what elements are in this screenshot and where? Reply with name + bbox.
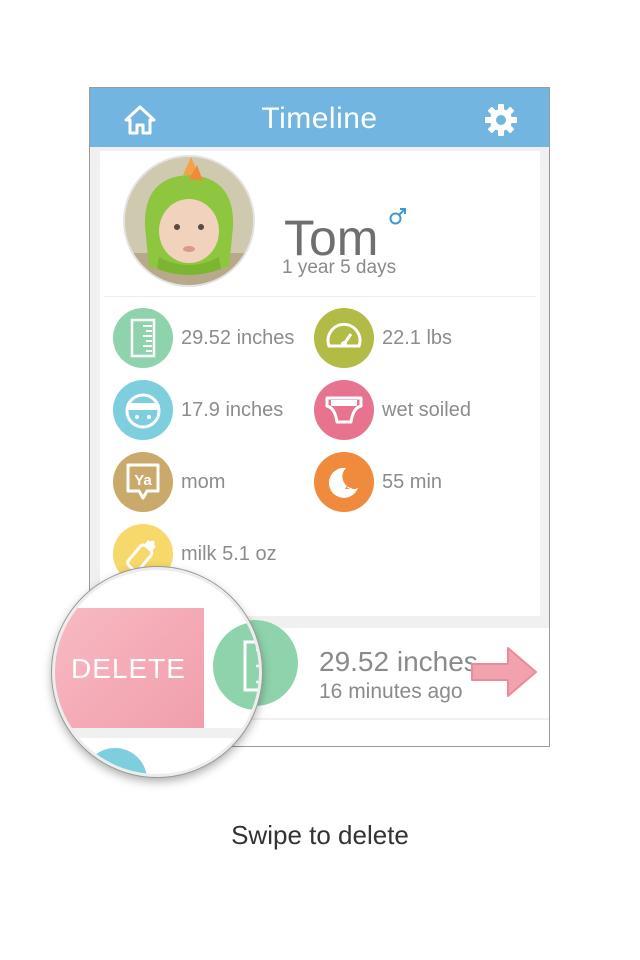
- svg-text:Ya: Ya: [134, 472, 152, 489]
- diaper-icon: [314, 380, 374, 440]
- profile-age: 1 year 5 days: [282, 257, 397, 278]
- head-measure-icon: [113, 380, 173, 440]
- stat-value: 17.9 inches: [181, 398, 284, 421]
- ruler-icon: [113, 308, 173, 368]
- male-icon: [389, 208, 406, 225]
- stat-head[interactable]: 17.9 inches: [113, 380, 283, 440]
- stat-weight[interactable]: 22.1 lbs: [314, 308, 452, 368]
- magnifier-lens: DELETE: [52, 567, 262, 777]
- stat-value: 22.1 lbs: [382, 326, 453, 349]
- header-bar: Timeline: [90, 88, 549, 147]
- svg-text:z z: z z: [345, 481, 357, 491]
- stat-diaper[interactable]: wet soiled: [314, 380, 471, 440]
- swipe-arrow-icon: [471, 647, 537, 697]
- page-title: Timeline: [261, 102, 378, 135]
- gear-icon[interactable]: [484, 103, 518, 137]
- delete-button[interactable]: DELETE: [55, 608, 204, 730]
- stat-value: wet soiled: [382, 398, 471, 421]
- row-value: 29.52 inches: [319, 646, 478, 677]
- profile-card: Tom 1 year 5 days 29.52 inches 22.1 lbs …: [100, 151, 540, 616]
- row-time: 16 minutes ago: [319, 680, 463, 703]
- row-separator: [55, 728, 259, 738]
- stat-sleep[interactable]: z z 55 min: [314, 452, 442, 512]
- caption: Swipe to delete: [231, 820, 409, 850]
- ruler-icon-zoomed: [213, 622, 259, 710]
- head-measure-icon-zoomed: [83, 748, 147, 774]
- speech-bubble-icon: Ya: [113, 452, 173, 512]
- stat-value: 29.52 inches: [181, 326, 295, 349]
- stat-caregiver[interactable]: Ya mom: [113, 452, 225, 512]
- stat-value: 55 min: [382, 470, 443, 493]
- stat-height[interactable]: 29.52 inches: [113, 308, 294, 368]
- baby-photo: [125, 157, 253, 285]
- sleep-moon-icon: z z: [314, 452, 374, 512]
- divider: [104, 296, 536, 297]
- stat-value: milk 5.1 oz: [181, 542, 277, 565]
- scale-icon: [314, 308, 374, 368]
- avatar[interactable]: [123, 155, 255, 287]
- stat-value: mom: [181, 470, 226, 493]
